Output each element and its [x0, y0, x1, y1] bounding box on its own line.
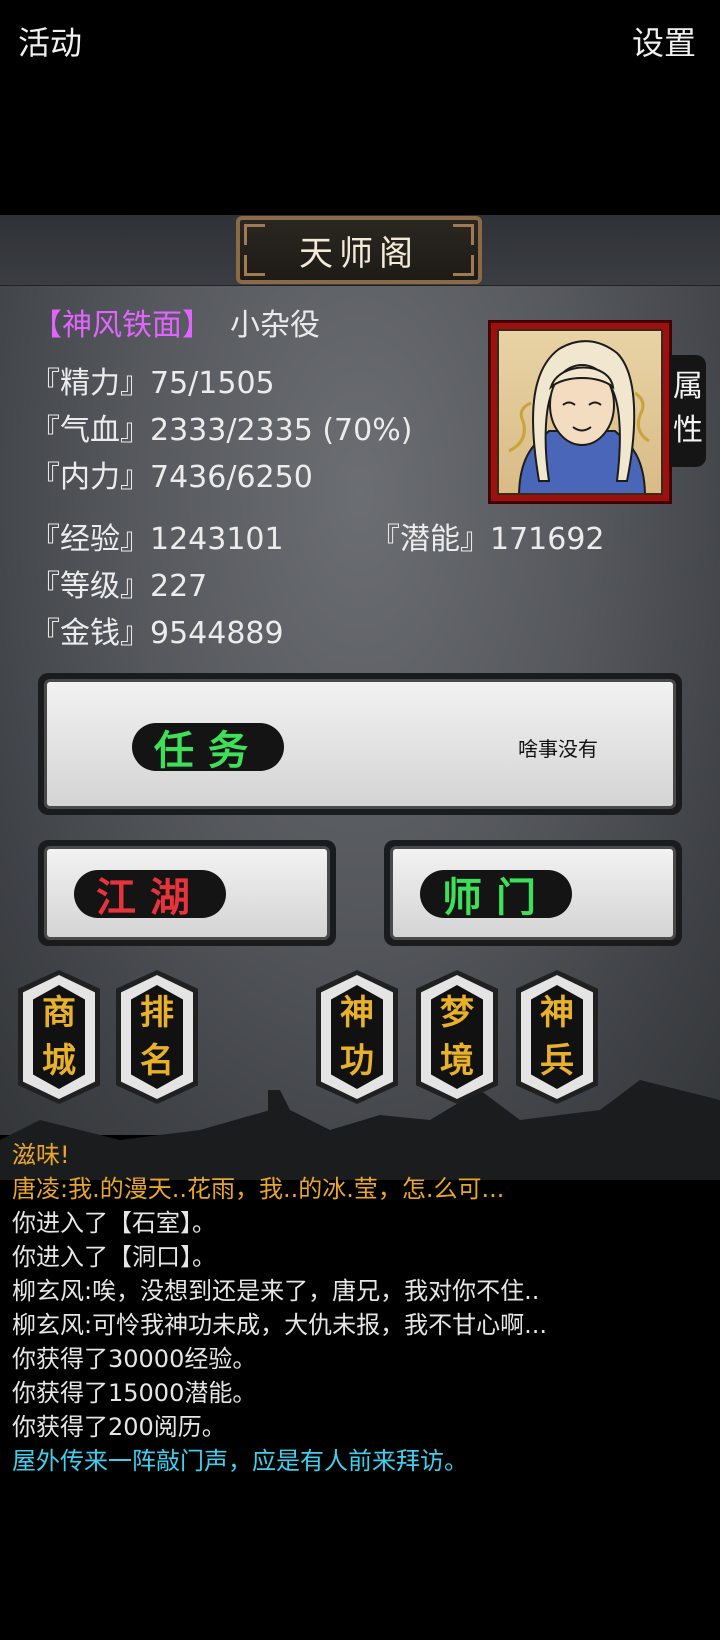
menu-dream-button[interactable]: 梦境 — [416, 970, 498, 1104]
stat-inner-power: 『内力』7436/6250 — [30, 460, 313, 495]
avatar — [497, 329, 663, 495]
task-status-note: 啥事没有 — [518, 737, 598, 761]
attributes-tab[interactable]: 属 性 — [670, 355, 706, 467]
location-title-plaque: 天师阁 — [236, 216, 482, 284]
attributes-tab-char-1: 属 — [673, 369, 703, 404]
activity-button[interactable]: 活动 — [18, 18, 82, 64]
stat-health: 『气血』2333/2335 (70%) — [30, 413, 413, 448]
dream-char-2: 境 — [440, 1041, 474, 1081]
character-rank: 小杂役 — [230, 308, 320, 343]
divine-weapon-char-2: 兵 — [540, 1041, 574, 1081]
divine-skill-char-2: 功 — [340, 1041, 374, 1081]
ranking-char-1: 排 — [140, 993, 174, 1033]
shop-char-2: 城 — [42, 1041, 76, 1081]
stat-experience: 『经验』1243101 — [30, 522, 284, 557]
character-portrait[interactable] — [488, 320, 672, 504]
stat-potential: 『潜能』171692 — [370, 522, 605, 557]
settings-button[interactable]: 设置 — [632, 18, 696, 64]
task-label: 任务 — [132, 723, 284, 774]
log-line: 柳玄风:可怜我神功未成，大仇未报，我不甘心啊... — [12, 1311, 547, 1339]
menu-divine-weapon-button[interactable]: 神兵 — [516, 970, 598, 1104]
menu-shop-button[interactable]: 商城 — [18, 970, 100, 1104]
jianghu-label: 江湖 — [74, 870, 226, 921]
log-line: 滋味! — [12, 1141, 70, 1169]
location-title: 天师阁 — [299, 233, 419, 274]
task-button[interactable]: 任务 啥事没有 — [38, 673, 682, 815]
shimen-label: 师门 — [420, 870, 572, 921]
ranking-char-2: 名 — [140, 1041, 174, 1081]
log-line: 你获得了15000潜能。 — [12, 1379, 257, 1407]
character-title: 【神风铁面】 — [32, 308, 212, 343]
divine-skill-char-1: 神 — [340, 993, 374, 1033]
divine-weapon-char-1: 神 — [540, 993, 574, 1033]
log-line: 你进入了【洞口】。 — [12, 1243, 216, 1271]
log-line: 你获得了200阅历。 — [12, 1413, 226, 1441]
menu-ranking-button[interactable]: 排名 — [116, 970, 198, 1104]
dream-char-1: 梦 — [440, 993, 474, 1033]
log-line: 屋外传来一阵敲门声，应是有人前来拜访。 — [12, 1447, 468, 1475]
shop-char-1: 商 — [42, 993, 76, 1033]
log-line: 唐凌:我.的漫天..花雨，我..的冰.莹，怎.么可... — [12, 1175, 505, 1203]
stat-energy: 『精力』75/1505 — [30, 366, 275, 401]
menu-divine-skill-button[interactable]: 神功 — [316, 970, 398, 1104]
stat-level: 『等级』227 — [30, 569, 208, 604]
message-log: 滋味! 唐凌:我.的漫天..花雨，我..的冰.莹，怎.么可... 你进入了【石室… — [12, 1135, 712, 1475]
jianghu-button[interactable]: 江湖 — [38, 840, 336, 946]
stat-money: 『金钱』9544889 — [30, 616, 284, 651]
log-line: 你获得了30000经验。 — [12, 1345, 257, 1373]
log-line: 柳玄风:唉，没想到还是来了，唐兄，我对你不住.. — [12, 1277, 540, 1305]
attributes-tab-char-2: 性 — [673, 413, 703, 448]
shimen-button[interactable]: 师门 — [384, 840, 682, 946]
log-line: 你进入了【石室】。 — [12, 1209, 216, 1237]
